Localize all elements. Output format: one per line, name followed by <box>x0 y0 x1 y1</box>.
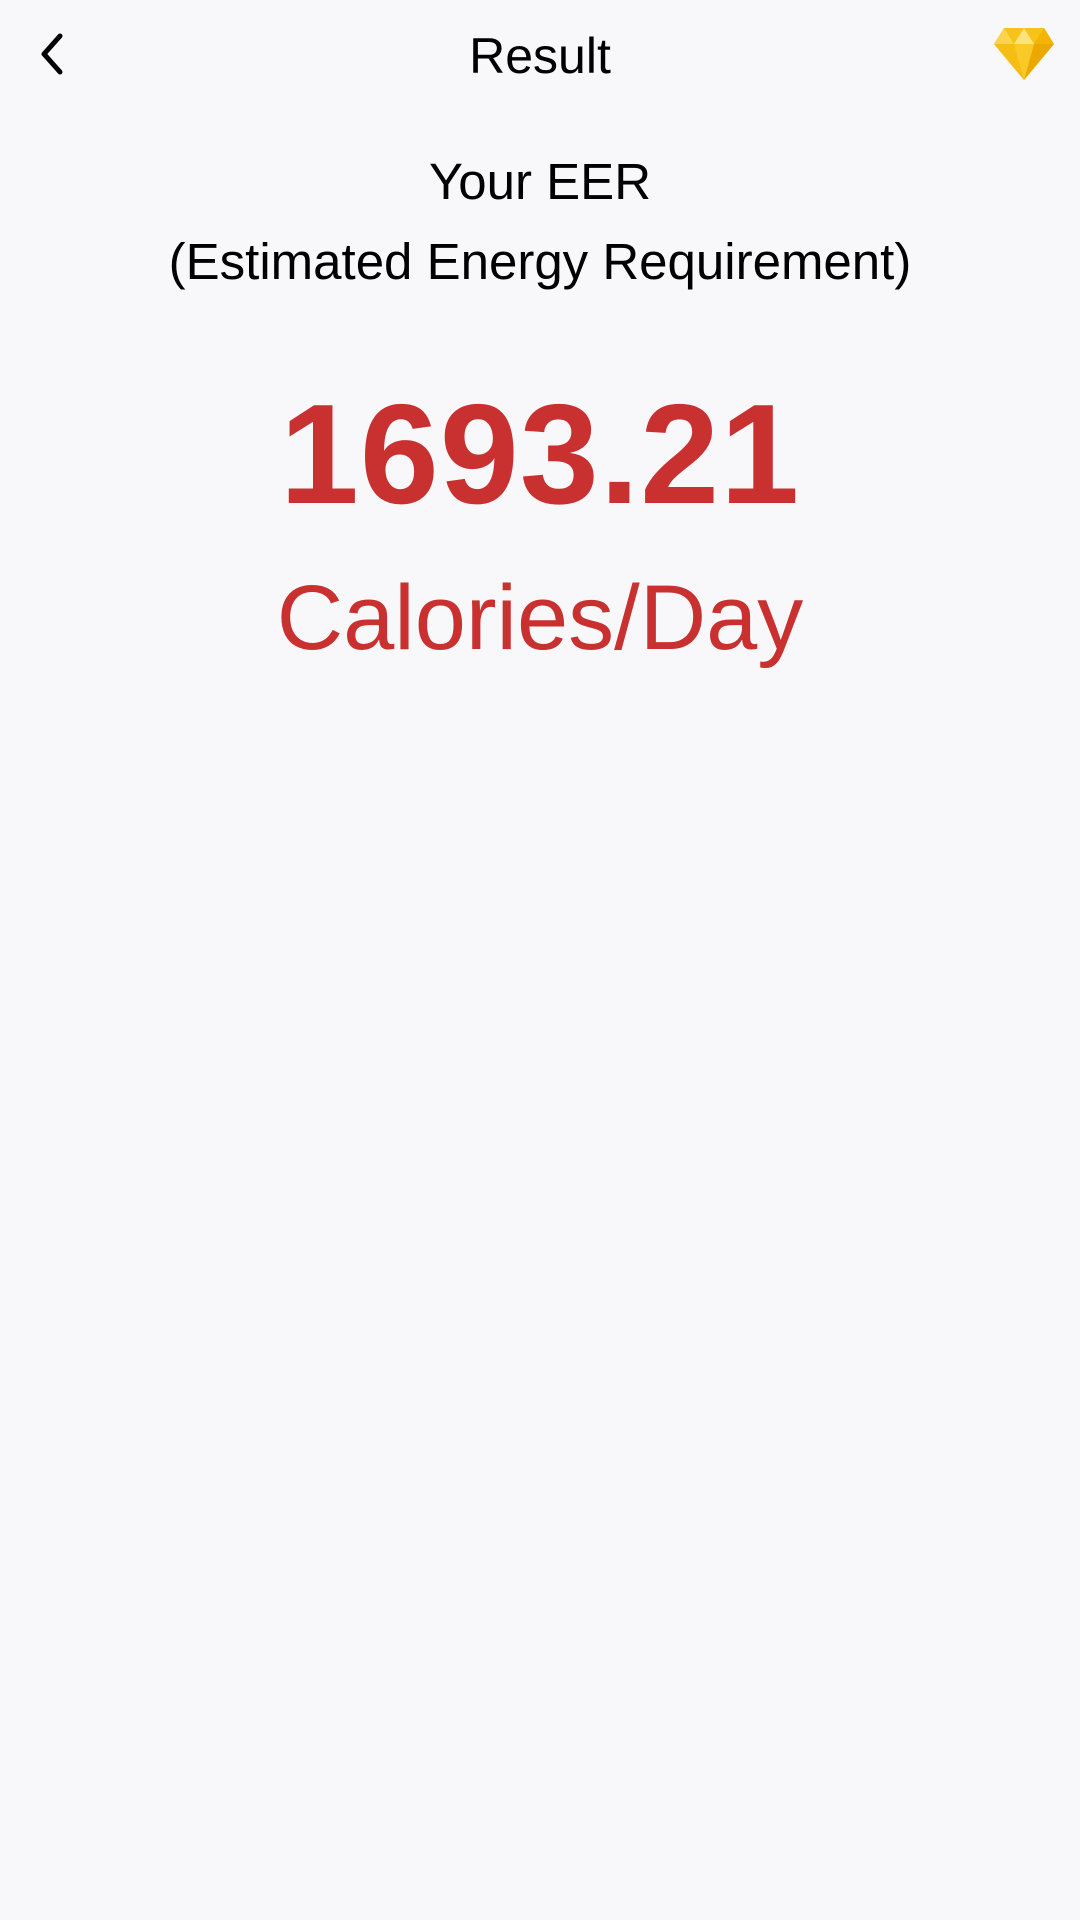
eer-heading: Your EER <box>428 153 652 210</box>
result-screen: Result Your EER (Estimated Energy Requir… <box>0 0 1080 1920</box>
page-title: Result <box>469 28 611 84</box>
diamond-icon <box>994 28 1054 80</box>
top-app-bar: Result <box>0 0 1080 112</box>
eer-unit: Calories/Day <box>276 567 804 669</box>
eer-value: 1693.21 <box>279 375 801 534</box>
premium-button[interactable] <box>992 26 1056 82</box>
eer-subheading: (Estimated Energy Requirement) <box>168 233 912 290</box>
